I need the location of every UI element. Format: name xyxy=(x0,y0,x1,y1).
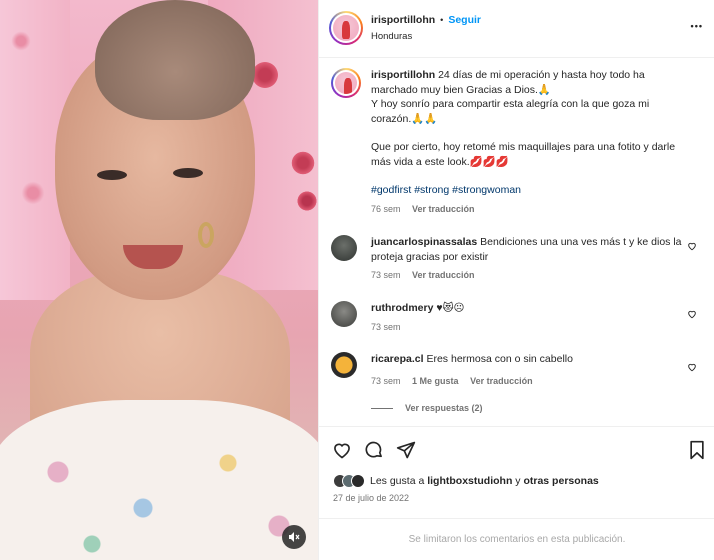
like-comment-heart-icon[interactable] xyxy=(687,309,697,319)
comment-likes-count[interactable]: 1 Me gusta xyxy=(412,376,459,386)
commenter-avatar[interactable] xyxy=(331,301,357,327)
like-comment-heart-icon[interactable] xyxy=(687,362,697,372)
caption-username[interactable]: irisportillohn xyxy=(371,69,435,81)
comment-username[interactable]: ruthrodmery xyxy=(371,302,433,314)
post-detail-panel: irisportillohn • Seguir Honduras ••• iri… xyxy=(318,0,714,560)
portrait-earring xyxy=(198,222,214,248)
author-username[interactable]: irisportillohn xyxy=(371,14,435,26)
view-replies-label[interactable]: Ver respuestas (2) xyxy=(405,401,483,416)
caption-hashtags[interactable]: #godfirst #strong #strongwoman xyxy=(371,183,691,198)
likes-middle: y xyxy=(515,475,521,487)
likes-prefix: Les gusta a xyxy=(370,475,425,487)
caption-body: irisportillohn 24 días de mi operación y… xyxy=(371,68,691,216)
comment-meta: 73 sem Ver traducción xyxy=(371,268,691,283)
view-replies-button[interactable]: Ver respuestas (2) xyxy=(371,401,691,416)
commenter-avatar[interactable] xyxy=(331,352,357,378)
post-date[interactable]: 27 de julio de 2022 xyxy=(333,493,409,503)
like-heart-icon[interactable] xyxy=(332,440,352,460)
portrait-dress xyxy=(0,400,318,560)
wall-flower xyxy=(296,190,318,212)
comment-username[interactable]: ricarepa.cl xyxy=(371,353,424,365)
portrait-head xyxy=(95,0,255,120)
speaker-muted-icon xyxy=(289,532,300,542)
save-bookmark-icon[interactable] xyxy=(687,440,707,460)
wall-flower xyxy=(10,30,32,52)
comment-text: ♥😻☹ xyxy=(436,302,465,314)
commenter-avatar[interactable] xyxy=(331,235,357,261)
wall-flower xyxy=(290,150,316,176)
likes-text: Les gusta a lightboxstudiohn y otras per… xyxy=(370,475,599,487)
caption-text-2: Y hoy sonrío para compartir esta alegría… xyxy=(371,98,650,125)
portrait-eye xyxy=(97,170,127,180)
comment-time[interactable]: 73 sem xyxy=(371,322,401,332)
caption-translate-button[interactable]: Ver traducción xyxy=(412,204,475,214)
caption-text-3: Que por cierto, hoy retomé mis maquillaj… xyxy=(371,141,676,168)
author-avatar[interactable] xyxy=(329,11,363,45)
comment-translate-button[interactable]: Ver traducción xyxy=(470,376,533,386)
comment-text: Eres hermosa con o sin cabello xyxy=(426,353,573,365)
portrait-eye xyxy=(173,168,203,178)
comment-meta: 73 sem xyxy=(371,320,691,335)
post-actions: Les gusta a lightboxstudiohn y otras per… xyxy=(319,426,714,518)
follow-button[interactable]: Seguir xyxy=(448,14,481,26)
like-comment-heart-icon[interactable] xyxy=(687,241,697,251)
comment-time[interactable]: 73 sem xyxy=(371,376,401,386)
separator-dot: • xyxy=(440,15,444,25)
more-options-icon[interactable]: ••• xyxy=(691,21,703,31)
likes-summary: Les gusta a lightboxstudiohn y otras per… xyxy=(333,474,599,488)
wall-flower xyxy=(20,180,46,206)
comment-time[interactable]: 73 sem xyxy=(371,270,401,280)
comment-body: juancarlospinassalas Bendiciones una una… xyxy=(371,235,691,283)
post-header: irisportillohn • Seguir Honduras ••• xyxy=(319,0,714,58)
comment-body: ruthrodmery ♥😻☹ 73 sem xyxy=(371,301,691,334)
liker-username[interactable]: lightboxstudiohn xyxy=(427,475,512,487)
liker-avatar[interactable] xyxy=(351,474,365,488)
comment-username[interactable]: juancarlospinassalas xyxy=(371,236,477,248)
audio-mute-button[interactable] xyxy=(282,525,306,549)
comment-translate-button[interactable]: Ver traducción xyxy=(412,270,475,280)
caption-avatar[interactable] xyxy=(331,68,361,98)
comment-body: ricarepa.cl Eres hermosa con o sin cabel… xyxy=(371,352,691,416)
replies-divider-line xyxy=(371,407,393,409)
comments-limited-notice: Se limitaron los comentarios en esta pub… xyxy=(319,518,714,560)
share-paper-plane-icon[interactable] xyxy=(396,440,416,460)
post-location[interactable]: Honduras xyxy=(371,31,412,42)
comments-list[interactable]: irisportillohn 24 días de mi operación y… xyxy=(319,58,714,426)
comment-bubble-icon[interactable] xyxy=(364,440,384,460)
likes-others-button[interactable]: otras personas xyxy=(523,475,598,487)
post-image[interactable] xyxy=(0,0,318,560)
caption-time[interactable]: 76 sem xyxy=(371,204,401,214)
portrait-mouth xyxy=(123,245,183,269)
caption-meta: 76 sem Ver traducción xyxy=(371,202,691,217)
comment-meta: 73 sem 1 Me gusta Ver traducción xyxy=(371,374,691,389)
